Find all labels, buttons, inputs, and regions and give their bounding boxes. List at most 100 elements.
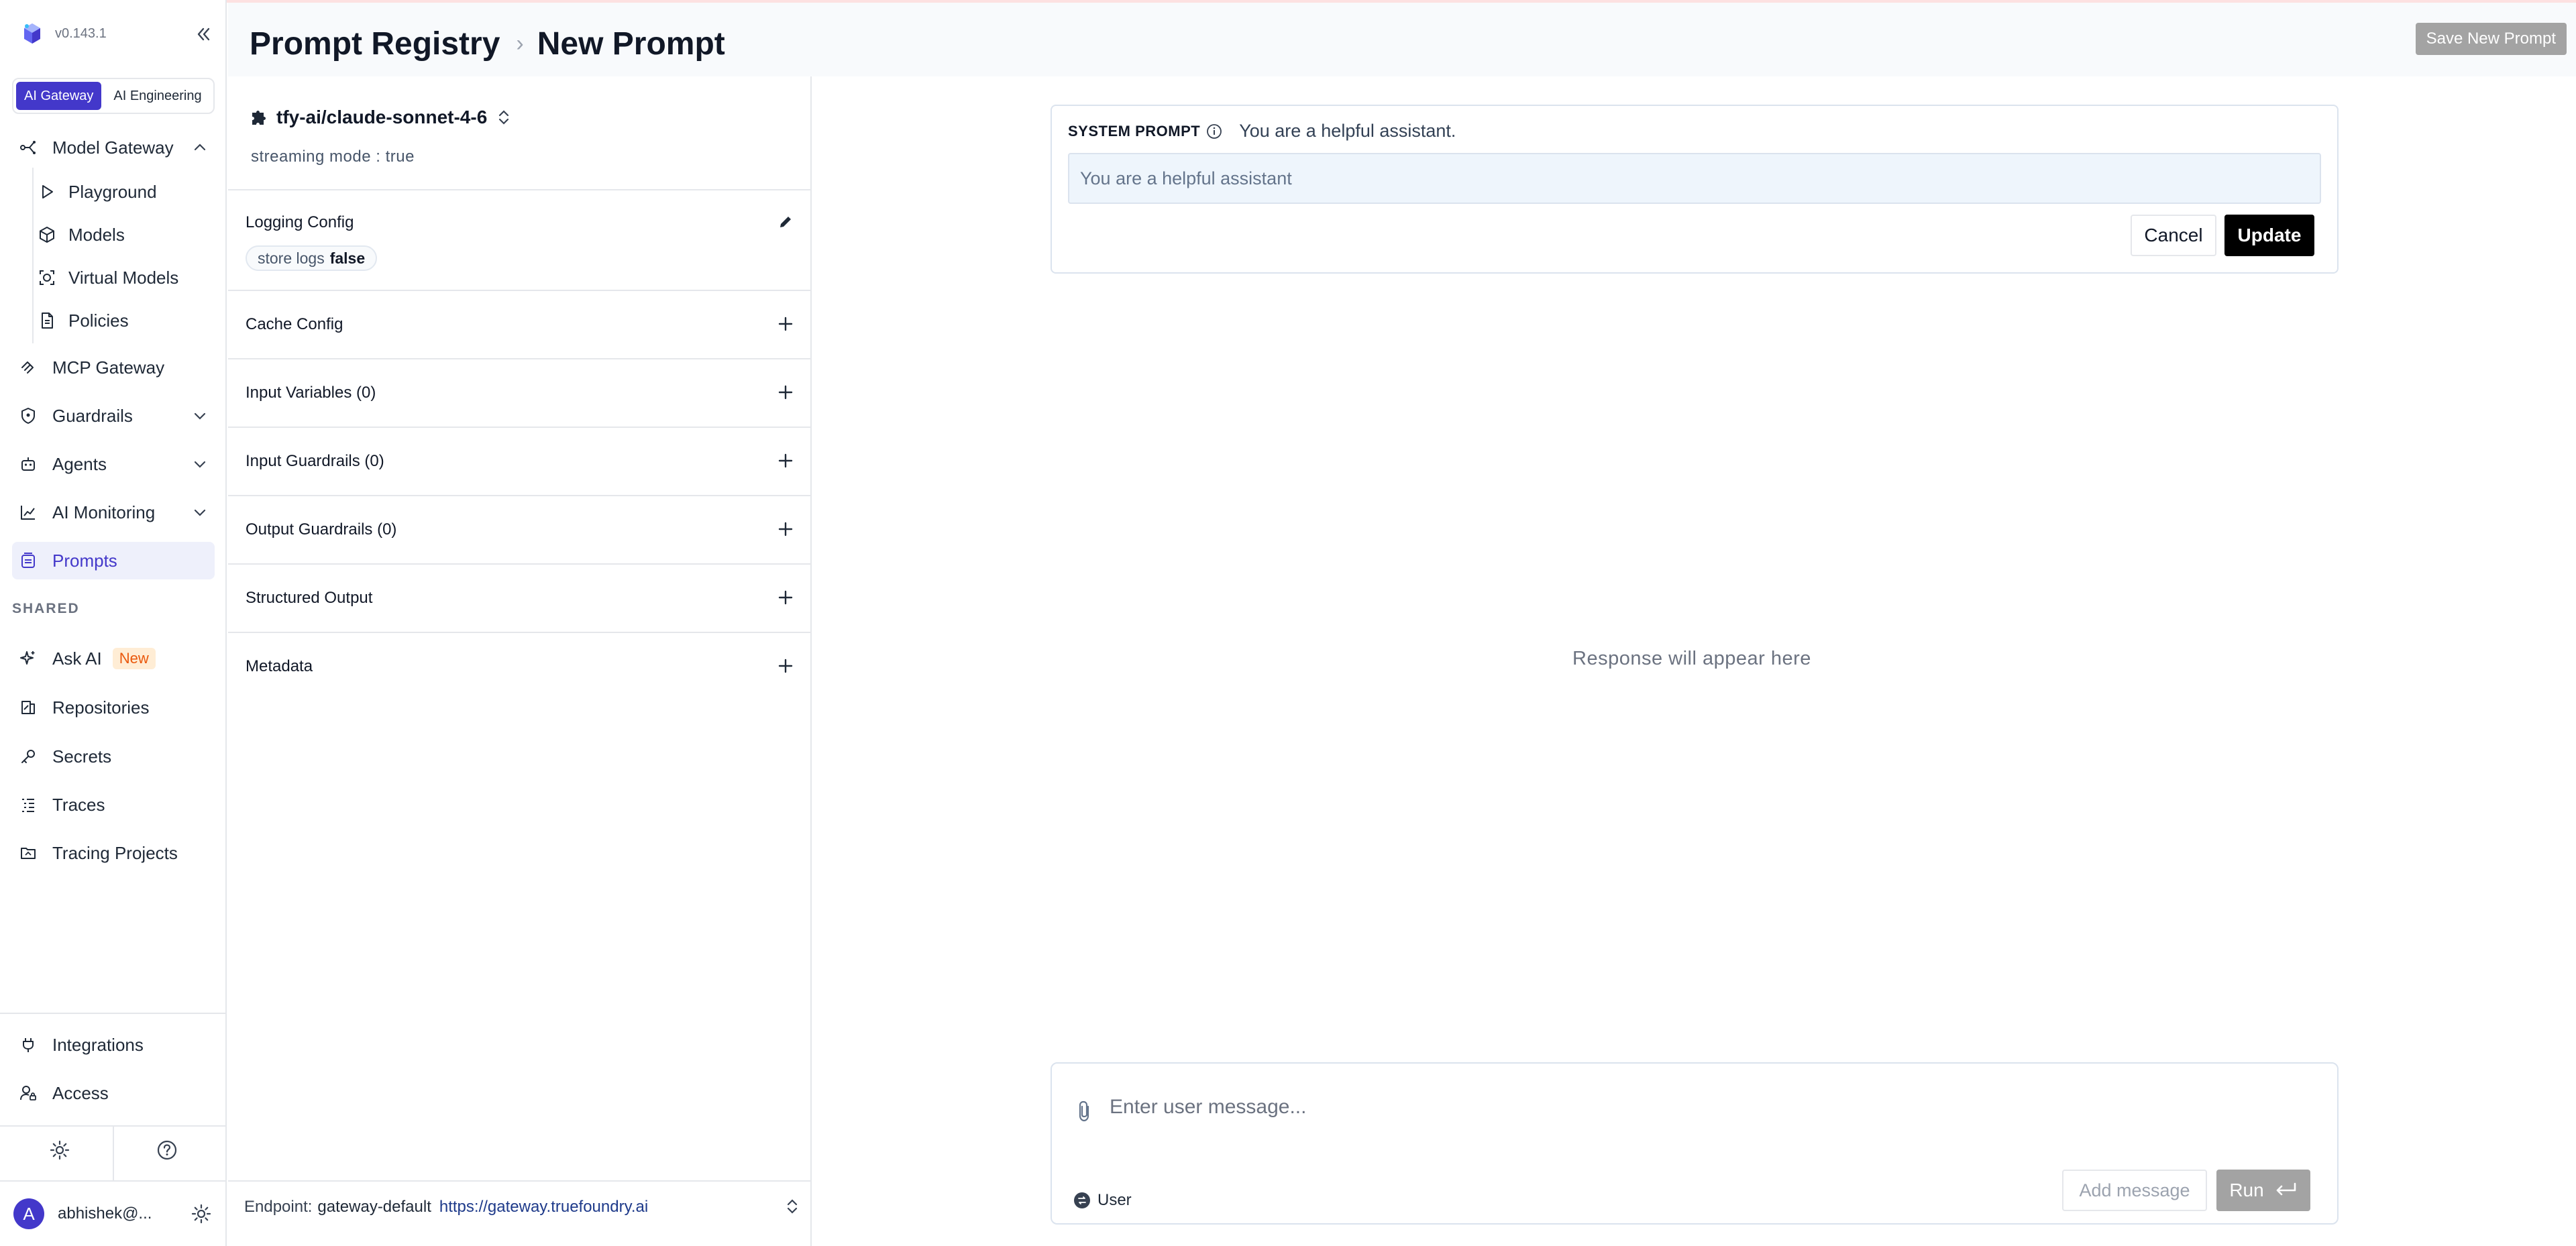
sidebar-item-ask-ai[interactable]: Ask AI New — [12, 640, 215, 677]
cancel-button[interactable]: Cancel — [2131, 215, 2216, 256]
run-label: Run — [2229, 1180, 2264, 1200]
sidebar-item-label: Integrations — [52, 1034, 144, 1055]
model-name: tfy-ai/claude-sonnet-4-6 — [276, 107, 488, 127]
play-icon — [42, 185, 53, 199]
chevron-down-icon[interactable] — [192, 408, 208, 424]
update-button[interactable]: Update — [2224, 215, 2314, 256]
plus-icon[interactable] — [777, 384, 794, 401]
sidebar-item-label: Guardrails — [52, 405, 133, 426]
message-composer: Enter user message... User Add message R… — [1051, 1062, 2339, 1225]
segment-ai-engineering[interactable]: AI Engineering — [105, 82, 209, 110]
sidebar-item-label: Agents — [52, 453, 107, 474]
sidebar-item-ai-monitoring[interactable]: AI Monitoring — [12, 494, 215, 531]
endpoint-selector[interactable]: Endpoint: gateway-default https://gatewa… — [244, 1198, 801, 1216]
sidebar-item-label: Virtual Models — [68, 267, 179, 288]
main-area: SYSTEM PROMPT You are a helpful assistan… — [813, 76, 2576, 1246]
plus-icon[interactable] — [777, 315, 794, 333]
chevron-up-down-icon — [499, 110, 509, 125]
streaming-mode: streaming mode : true — [251, 148, 415, 166]
pencil-icon[interactable] — [777, 213, 794, 231]
system-prompt-header: SYSTEM PROMPT You are a helpful assistan… — [1068, 121, 1456, 141]
repository-icon — [21, 701, 35, 714]
sidebar-item-agents[interactable]: Agents — [12, 445, 215, 483]
plug-icon — [23, 1038, 34, 1052]
breadcrumb-root[interactable]: Prompt Registry — [250, 25, 500, 62]
save-new-prompt-button[interactable]: Save New Prompt — [2415, 23, 2567, 55]
section-title: Cache Config — [246, 315, 343, 333]
sidebar-item-label: Traces — [52, 794, 105, 815]
gear-icon[interactable] — [48, 1139, 71, 1162]
paperclip-icon[interactable] — [1075, 1100, 1095, 1123]
plus-icon[interactable] — [777, 520, 794, 538]
breadcrumb: Prompt Registry › New Prompt — [250, 25, 725, 62]
segment-ai-gateway[interactable]: AI Gateway — [16, 82, 102, 110]
plus-icon[interactable] — [777, 589, 794, 606]
sidebar-item-virtual-models[interactable]: Virtual Models — [34, 259, 215, 296]
sidebar-item-label: Secrets — [52, 746, 112, 767]
chevron-up-icon[interactable] — [192, 139, 208, 156]
section-metadata[interactable]: Metadata — [228, 632, 810, 701]
page-header: Prompt Registry › New Prompt Save New Pr… — [228, 3, 2576, 76]
chevron-down-icon[interactable] — [192, 456, 208, 472]
sidebar-item-guardrails[interactable]: Guardrails — [12, 397, 215, 435]
run-button[interactable]: Run — [2216, 1170, 2310, 1211]
sidebar-item-model-gateway[interactable]: Model Gateway — [12, 129, 215, 166]
key-icon — [21, 750, 35, 763]
sidebar-item-secrets[interactable]: Secrets — [12, 738, 215, 775]
endpoint-label: Endpoint: — [244, 1198, 313, 1216]
plus-icon[interactable] — [777, 452, 794, 469]
new-badge: New — [112, 648, 156, 669]
sidebar-divider-vertical — [113, 1125, 114, 1180]
page-title: New Prompt — [537, 26, 725, 62]
sparkles-icon — [20, 651, 35, 665]
user-profile[interactable]: A abhishek@... — [13, 1196, 215, 1231]
add-message-button[interactable]: Add message — [2062, 1170, 2207, 1211]
mcp-icon — [21, 361, 34, 374]
section-input-variables[interactable]: Input Variables (0) — [228, 358, 810, 428]
sidebar-item-label: Ask AI — [52, 648, 102, 669]
sidebar-item-integrations[interactable]: Integrations — [12, 1026, 215, 1064]
user-message-input[interactable]: Enter user message... — [1110, 1096, 1306, 1119]
folder-icon — [21, 848, 36, 859]
sidebar-item-label: Models — [68, 224, 125, 245]
sidebar-item-label: Repositories — [52, 697, 150, 718]
sidebar-item-playground[interactable]: Playground — [34, 173, 215, 211]
avatar: A — [13, 1198, 44, 1229]
help-icon[interactable] — [156, 1139, 178, 1162]
sidebar-item-access[interactable]: Access — [12, 1074, 215, 1112]
section-logging-config[interactable]: Logging Config store logs false — [228, 189, 810, 291]
role-selector[interactable]: User — [1073, 1191, 1132, 1210]
sidebar-item-prompts[interactable]: Prompts — [12, 542, 215, 579]
system-prompt-input[interactable]: You are a helpful assistant — [1068, 153, 2321, 204]
plus-icon[interactable] — [777, 657, 794, 675]
prompts-icon — [21, 553, 35, 568]
sidebar-item-repositories[interactable]: Repositories — [12, 689, 215, 726]
section-structured-output[interactable]: Structured Output — [228, 563, 810, 633]
endpoint-name: gateway-default — [317, 1198, 431, 1216]
sidebar-item-label: Access — [52, 1082, 109, 1103]
sun-icon[interactable] — [191, 1203, 212, 1225]
sidebar-item-tracing-projects[interactable]: Tracing Projects — [12, 834, 215, 872]
section-cache-config[interactable]: Cache Config — [228, 290, 810, 359]
cube-icon — [40, 227, 54, 243]
config-panel: tfy-ai/claude-sonnet-4-6 streaming mode … — [228, 76, 812, 1246]
system-prompt-value: You are a helpful assistant. — [1239, 121, 1456, 141]
username: abhishek@... — [58, 1204, 152, 1223]
section-title: Logging Config — [246, 213, 354, 231]
user-lock-icon — [20, 1086, 36, 1100]
store-logs-pill: store logs false — [246, 245, 378, 271]
sidebar-item-models[interactable]: Models — [34, 216, 215, 253]
sidebar-item-traces[interactable]: Traces — [12, 786, 215, 824]
virtual-model-icon — [40, 270, 54, 285]
list-icon — [22, 799, 34, 812]
section-input-guardrails[interactable]: Input Guardrails (0) — [228, 427, 810, 496]
sidebar-divider — [0, 1013, 225, 1014]
collapse-sidebar-icon[interactable] — [193, 24, 213, 44]
sidebar-item-mcp-gateway[interactable]: MCP Gateway — [12, 349, 215, 386]
chevron-down-icon[interactable] — [192, 504, 208, 520]
sidebar-item-policies[interactable]: Policies — [34, 302, 215, 339]
info-icon[interactable] — [1205, 123, 1223, 140]
model-selector[interactable]: tfy-ai/claude-sonnet-4-6 — [248, 106, 513, 129]
section-output-guardrails[interactable]: Output Guardrails (0) — [228, 495, 810, 565]
shield-icon — [21, 408, 35, 424]
